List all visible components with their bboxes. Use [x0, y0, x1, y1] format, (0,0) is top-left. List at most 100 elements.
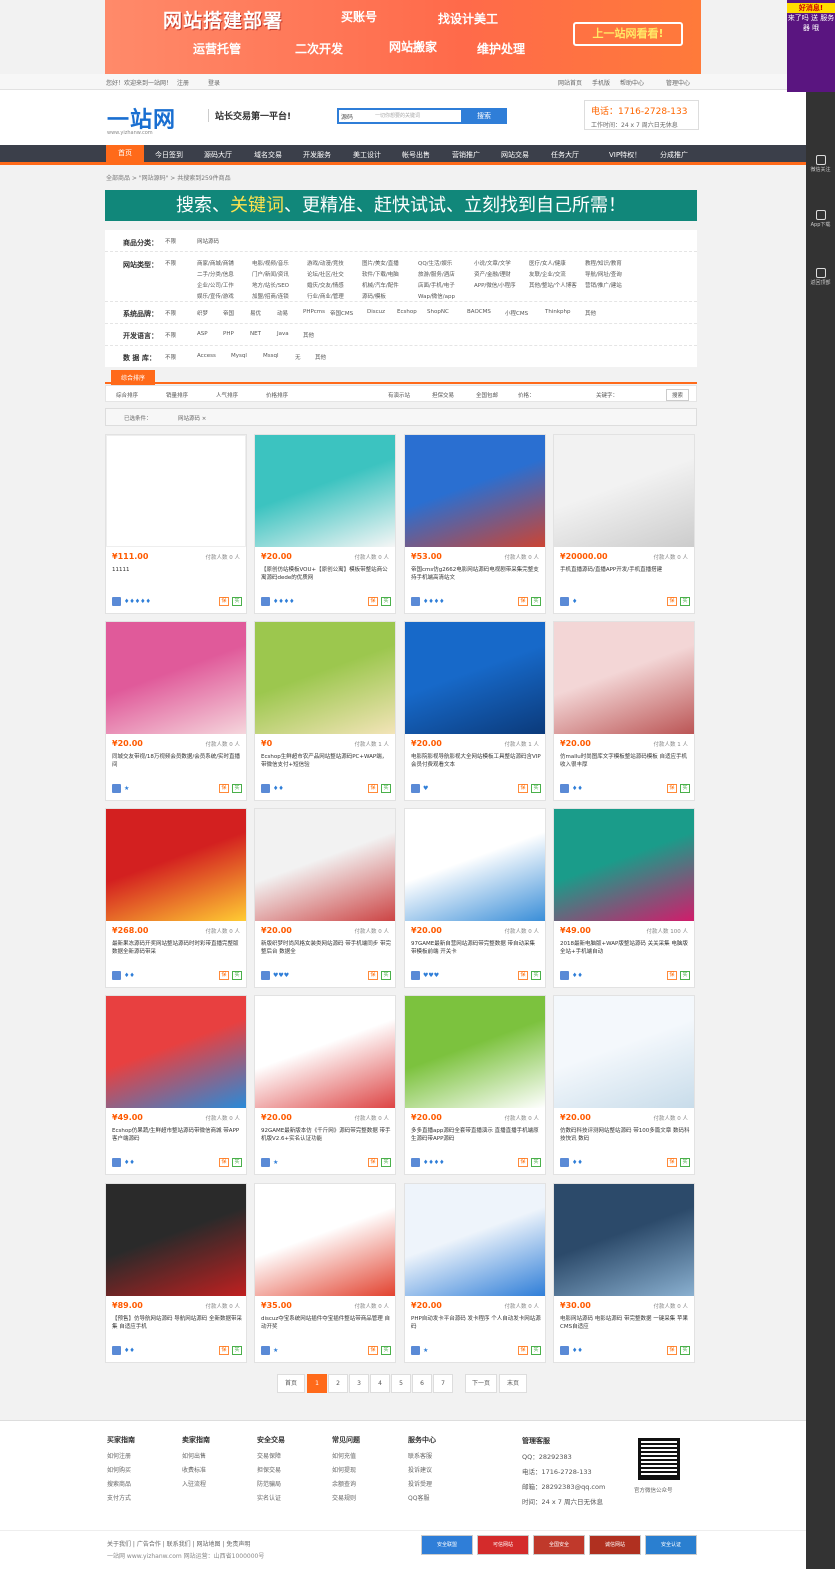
filter-option[interactable]: 不限 — [165, 309, 176, 317]
product-thumbnail[interactable] — [554, 435, 694, 547]
footer-link[interactable]: 入驻流程 — [182, 1479, 210, 1488]
banner-link[interactable]: 维护处理 — [477, 40, 525, 57]
filter-option[interactable]: 婚庆/交友/情感 — [307, 281, 344, 289]
register-link[interactable]: 注册 — [177, 78, 189, 87]
topbar-link-mobile[interactable]: 手机版 — [592, 78, 610, 87]
footer-link[interactable]: 如何注册 — [107, 1451, 135, 1460]
product-title[interactable]: 电影院影视导航影视大全网站模板工具整站源码含VIP会员付费观看文本 — [411, 753, 541, 769]
filter-option[interactable]: 企业/公司/工作 — [197, 281, 234, 289]
sort-default[interactable]: 综合排序 — [116, 391, 138, 399]
seller-avatar[interactable] — [560, 971, 569, 980]
filter-option[interactable]: 小程CMS — [505, 309, 528, 317]
page-link[interactable]: 5 — [391, 1374, 411, 1393]
filter-option[interactable]: PHP — [223, 331, 234, 337]
seller-avatar[interactable] — [411, 1158, 420, 1167]
product-thumbnail[interactable] — [106, 809, 246, 921]
filter-option[interactable]: 其他/整站/个人博客 — [529, 281, 577, 289]
trust-badge[interactable]: 安全认证 — [645, 1535, 697, 1555]
product-card[interactable]: ¥20.00 付款人数 1 人电影院影视导航影视大全网站模板工具整站源码含VIP会… — [404, 621, 546, 801]
product-thumbnail[interactable] — [554, 996, 694, 1108]
seller-avatar[interactable] — [112, 1158, 121, 1167]
filter-option[interactable]: 导航/网址/查询 — [585, 270, 622, 278]
seller-avatar[interactable] — [261, 1346, 270, 1355]
footer-link[interactable]: 如何充值 — [332, 1451, 360, 1460]
filter-option[interactable]: BAOCMS — [467, 309, 491, 315]
nav-item-vip[interactable]: VIP特权！ — [609, 150, 641, 160]
product-thumbnail[interactable] — [255, 809, 395, 921]
nav-item[interactable]: 源码大厅 — [204, 150, 232, 160]
topbar-link-admin[interactable]: 管理中心 — [666, 78, 690, 87]
filter-option[interactable]: 不限 — [165, 259, 176, 267]
page-link[interactable]: 7 — [433, 1374, 453, 1393]
product-thumbnail[interactable] — [106, 622, 246, 734]
footer-link[interactable]: 搜索商品 — [107, 1479, 135, 1488]
page-link[interactable]: 6 — [412, 1374, 432, 1393]
filter-option[interactable]: ShopNC — [427, 309, 449, 315]
product-thumbnail[interactable] — [405, 622, 545, 734]
filter-go-button[interactable]: 搜索 — [666, 389, 690, 401]
filter-option[interactable]: Mssql — [263, 353, 279, 359]
product-card[interactable]: ¥20.00 付款人数 1 人仿mallu时尚图库文字模板整站源码模板 自适应手机… — [553, 621, 695, 801]
filter-option[interactable]: Ecshop — [397, 309, 417, 315]
product-title[interactable]: 【原创仿站模板VOU+【原创公寓】模板带整站商公寓源码dede的优质网 — [261, 566, 391, 582]
seller-avatar[interactable] — [261, 597, 270, 606]
filter-option[interactable]: Wap/微信/app — [418, 292, 455, 300]
footer-link[interactable]: 交易规则 — [332, 1493, 360, 1502]
product-card[interactable]: ¥35.00 付款人数 0 人 discuz夺宝系统网站插件夺宝插件整站带商品管理 … — [254, 1183, 396, 1363]
filter-option[interactable]: 地方/站长/SEO — [252, 281, 289, 289]
product-title[interactable]: Ecshop生鲜超市农产品网站整站源码PC+WAP端，带微信支付+短信验 — [261, 753, 391, 769]
search-type-select[interactable]: 源码 — [341, 112, 353, 121]
filter-option[interactable]: Access — [197, 353, 216, 359]
product-card[interactable]: ¥20.00 付款人数 0 人【原创仿站模板VOU+【原创公寓】模板带整站商公寓源… — [254, 434, 396, 614]
footer-link[interactable]: 如何提现 — [332, 1465, 360, 1474]
trust-badge[interactable]: 安全联盟 — [421, 1535, 473, 1555]
seller-avatar[interactable] — [112, 971, 121, 980]
filter-option[interactable]: 源码/模板 — [362, 292, 386, 300]
banner-link[interactable]: 二次开发 — [295, 40, 343, 57]
filter-option[interactable]: NET — [250, 331, 261, 337]
nav-item[interactable]: 开发服务 — [303, 150, 331, 160]
product-thumbnail[interactable] — [106, 1184, 246, 1296]
sort-sales[interactable]: 销量排序 — [166, 391, 188, 399]
trust-badge[interactable]: 可信网站 — [477, 1535, 529, 1555]
filter-option[interactable]: 其他 — [315, 353, 326, 361]
footer-links[interactable]: 关于我们 | 广告合作 | 联系我们 | 网站地图 | 免责声明 — [107, 1539, 250, 1548]
nav-item[interactable]: 帐号出售 — [402, 150, 430, 160]
search-button[interactable]: 搜索 — [461, 108, 507, 124]
product-thumbnail[interactable] — [405, 996, 545, 1108]
topbar-link-home[interactable]: 网站首页 — [558, 78, 582, 87]
page-link[interactable]: 下一页 — [465, 1374, 497, 1393]
filter-option[interactable]: 加盟/招商/连锁 — [252, 292, 289, 300]
product-title[interactable]: Ecshop仿果蔬/生鲜超市整站源码带微信商城 带APP客户端源码 — [112, 1127, 242, 1143]
seller-avatar[interactable] — [411, 597, 420, 606]
product-title[interactable]: discuz夺宝系统网站插件夺宝插件整站带商品管理 自动开奖 — [261, 1315, 391, 1331]
product-title[interactable]: 92GAME最新版本仿《千斤网》源码带完整数据 带手机版V2.6+实名认证功能 — [261, 1127, 391, 1143]
page-link[interactable]: 首页 — [277, 1374, 305, 1393]
seller-avatar[interactable] — [560, 597, 569, 606]
filter-option[interactable]: 教程/知识/教育 — [585, 259, 622, 267]
product-card[interactable]: ¥89.00 付款人数 0 人【预售】仿导航网站源码 导航网站源码 全新数据带采集… — [105, 1183, 247, 1363]
footer-link[interactable]: 投诉建议 — [408, 1465, 436, 1474]
filter-option[interactable]: QQ/生活/娱乐 — [418, 259, 452, 267]
login-link[interactable]: 登录 — [208, 78, 220, 87]
check-demo[interactable]: 有演示站 — [388, 391, 410, 399]
product-title[interactable]: PHP自动发卡平台源码 发卡程序 个人自动发卡网站源码 — [411, 1315, 541, 1331]
top-ad-banner[interactable]: 网站搭建部署 买账号 找设计美工 运营托管 二次开发 网站搬家 维护处理 上一站… — [105, 0, 701, 74]
footer-link[interactable]: 投诉受理 — [408, 1479, 436, 1488]
filter-option[interactable]: 帝国 — [223, 309, 234, 317]
product-thumbnail[interactable] — [255, 1184, 395, 1296]
nav-item[interactable]: 分成推广 — [660, 150, 688, 160]
footer-link[interactable]: 支付方式 — [107, 1493, 135, 1502]
product-card[interactable]: ¥0 付款人数 1 人 Ecshop生鲜超市农产品网站整站源码PC+WAP端，带微信… — [254, 621, 396, 801]
filter-option[interactable]: APP/微信/小程序 — [474, 281, 516, 289]
nav-item[interactable]: 任务大厅 — [551, 150, 579, 160]
seller-avatar[interactable] — [560, 784, 569, 793]
product-title[interactable]: 仿数码科技评测网站整站源码 带100多篇文章 数码科技快讯 数码 — [560, 1127, 690, 1143]
footer-link[interactable]: QQ客服 — [408, 1493, 436, 1502]
product-thumbnail[interactable] — [106, 996, 246, 1108]
banner-cta-button[interactable]: 上一站网看看! — [573, 22, 683, 46]
product-title[interactable]: 97GAME最新自营网站源码带完整数据 带自动采集 带模板前端 开关卡 — [411, 940, 541, 956]
filter-option[interactable]: 行业/商业/管理 — [307, 292, 344, 300]
filter-option[interactable]: 资产/金融/理财 — [474, 270, 511, 278]
nav-item[interactable]: 今日签到 — [155, 150, 183, 160]
